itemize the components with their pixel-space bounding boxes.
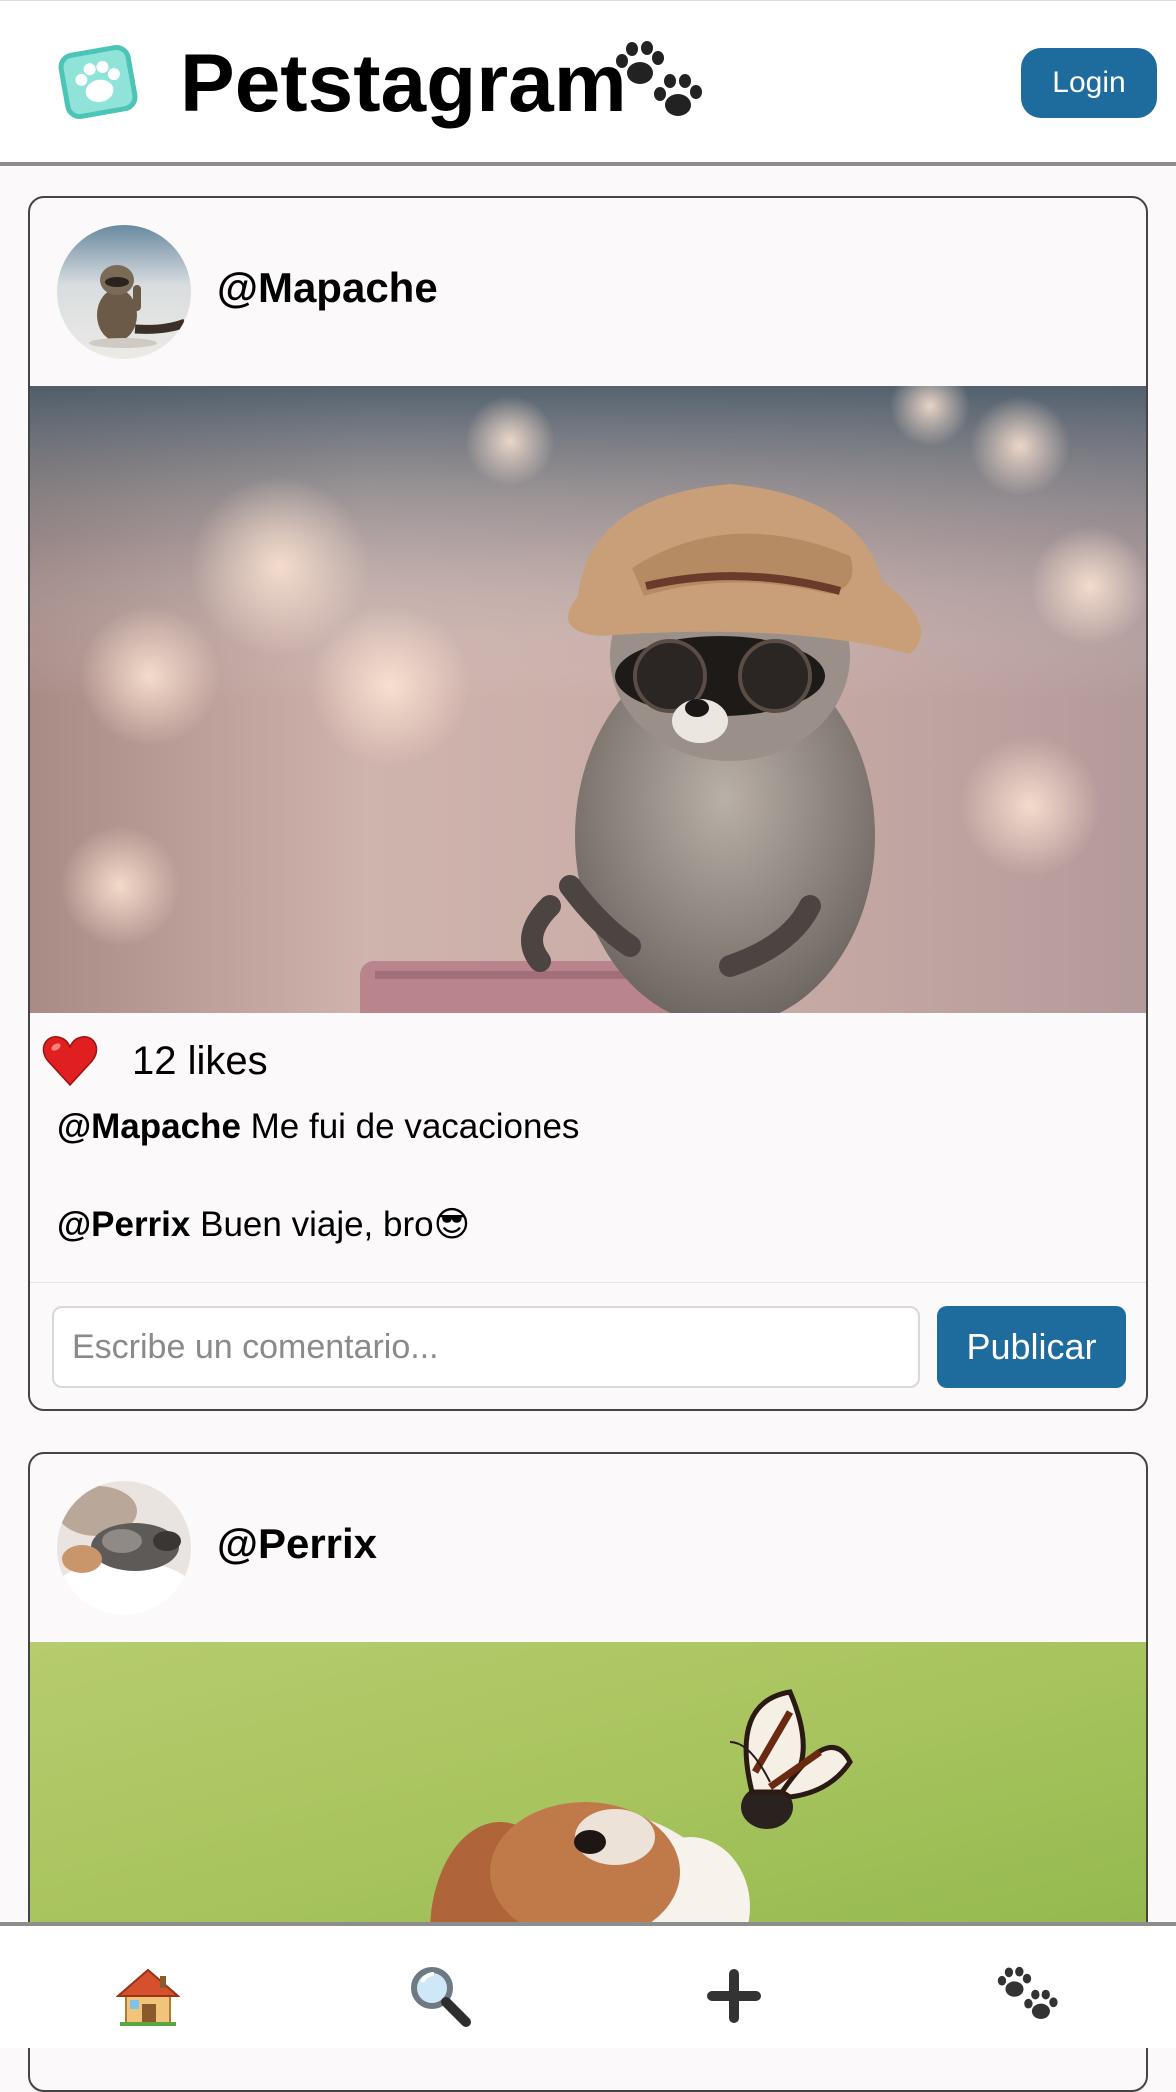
comment: @Perrix Buen viaje, bro😎 [57,1205,470,1245]
app-header: Petstagram Login [0,0,1176,166]
divider [30,1282,1146,1283]
comment-author[interactable]: @Mapache [57,1107,241,1146]
app-title: Petstagram [180,38,627,129]
likes-count: 12 likes [132,1039,268,1083]
post-username[interactable]: @Perrix [217,1520,377,1568]
login-button[interactable]: Login [1021,48,1157,118]
app-logo-icon[interactable] [58,43,138,121]
publish-button[interactable]: Publicar [937,1306,1126,1388]
bottom-nav [0,1922,1176,2048]
avatar[interactable] [57,1481,191,1615]
comment-text: Buen viaje, bro😎 [200,1205,471,1244]
post-username[interactable]: @Mapache [217,264,438,312]
comment-input[interactable] [52,1306,920,1388]
post-image [30,386,1146,1013]
comment: @Mapache Me fui de vacaciones [57,1107,579,1147]
likes-row: 12 likes [40,1031,640,1095]
post-card: @Mapache 12 likes @Mapache Me fui de vac… [28,196,1148,1411]
comment-text: Me fui de vacaciones [250,1107,580,1146]
comment-author[interactable]: @Perrix [57,1205,190,1244]
search-icon[interactable] [408,1964,472,2028]
post-image [30,1642,1146,1942]
paw-prints-icon [612,41,704,125]
add-icon[interactable] [702,1964,766,2028]
avatar[interactable] [57,225,191,359]
home-icon[interactable] [115,1964,181,2028]
paw-icon[interactable] [995,1964,1059,2028]
heart-icon[interactable] [40,1031,100,1091]
